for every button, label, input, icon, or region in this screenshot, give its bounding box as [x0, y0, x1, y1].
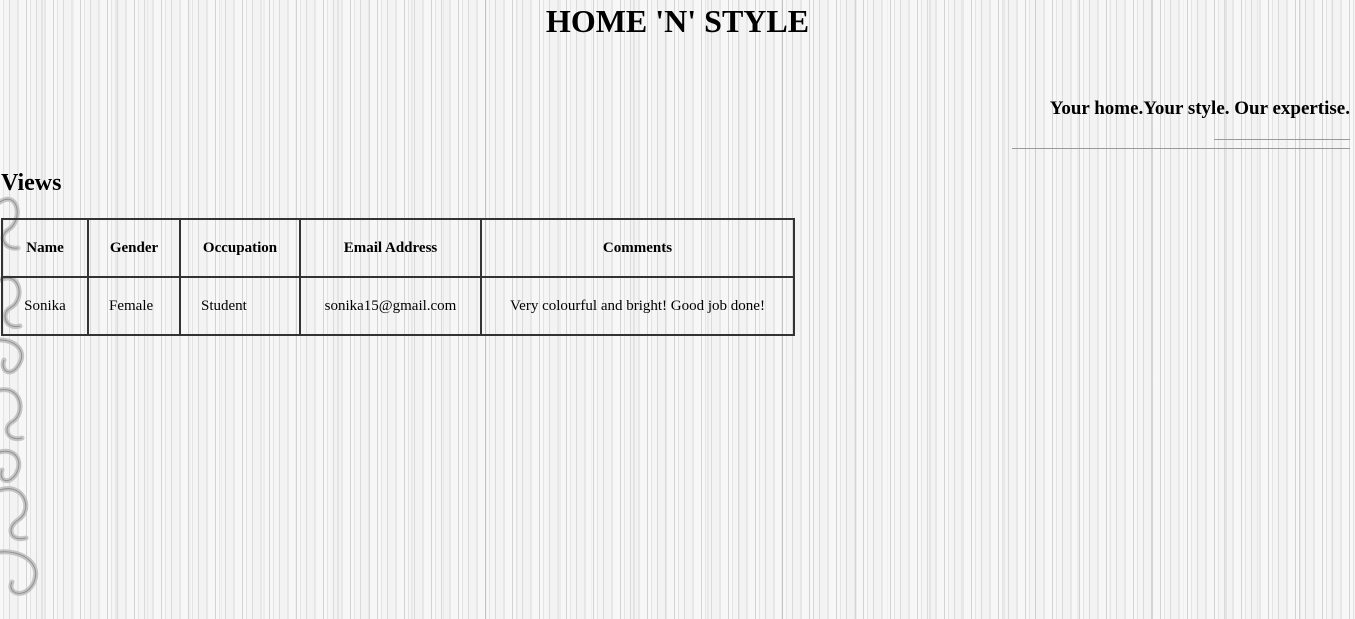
- column-header-name: Name: [1, 218, 89, 278]
- column-header-gender: Gender: [87, 218, 181, 278]
- table-row: Sonika Female Student sonika15@gmail.com…: [1, 276, 795, 336]
- divider: [1214, 139, 1350, 140]
- table-header-row: Name Gender Occupation Email Address Com…: [1, 218, 795, 278]
- cell-email: sonika15@gmail.com: [299, 276, 482, 336]
- site-title: HOME 'N' STYLE: [545, 3, 810, 39]
- column-header-occupation: Occupation: [179, 218, 301, 278]
- column-header-email: Email Address: [299, 218, 482, 278]
- views-table: Name Gender Occupation Email Address Com…: [1, 218, 795, 336]
- section-title: Views: [1, 170, 62, 196]
- cell-occupation: Student: [179, 276, 301, 336]
- divider: [1012, 148, 1350, 149]
- cell-comments: Very colourful and bright! Good job done…: [480, 276, 795, 336]
- column-header-comments: Comments: [480, 218, 795, 278]
- site-tagline: Your home.Your style. Our expertise.: [1049, 98, 1350, 119]
- cell-name: Sonika: [1, 276, 89, 336]
- cell-gender: Female: [87, 276, 181, 336]
